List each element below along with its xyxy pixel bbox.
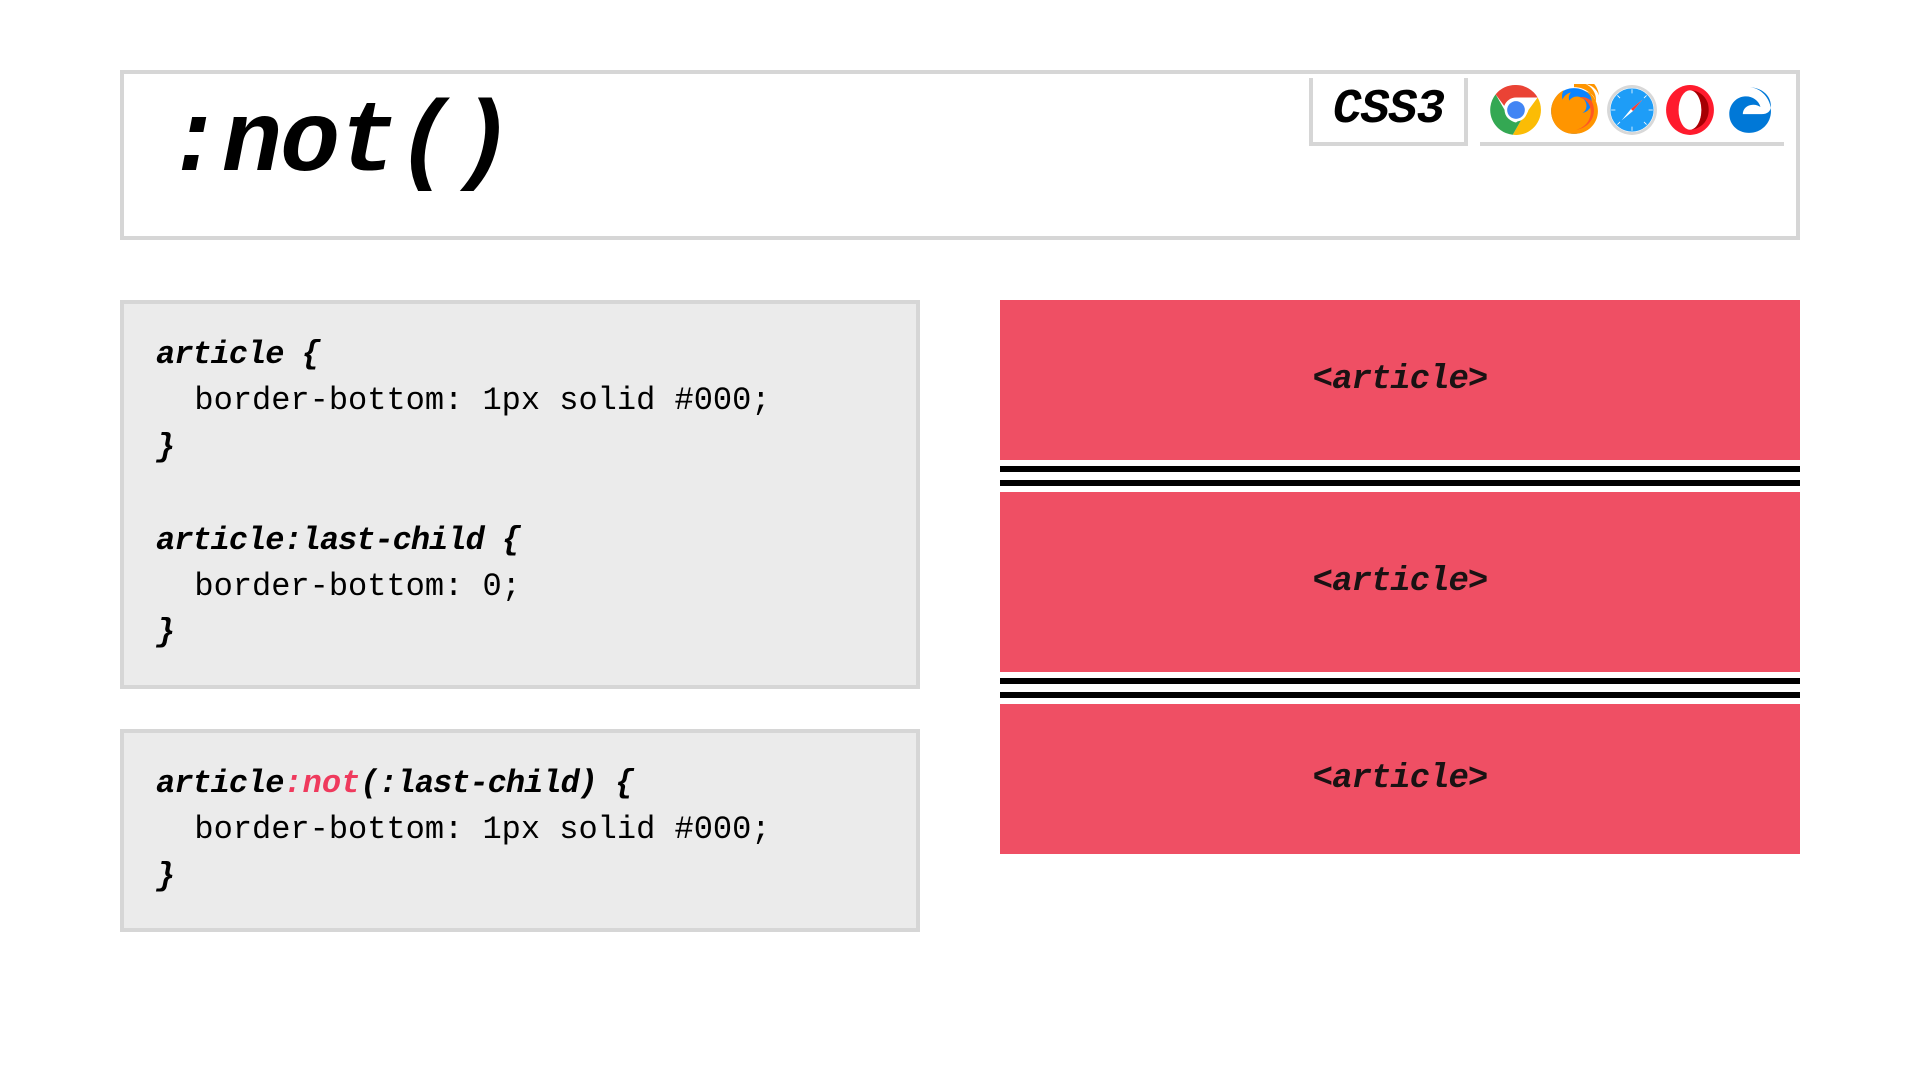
code-selector: article (156, 765, 283, 802)
divider-line (1000, 692, 1800, 698)
demo-article-label: <article> (1313, 760, 1488, 798)
code-selector: (:last-child) (360, 765, 597, 802)
code-brace: { (283, 336, 319, 373)
header: :not() CSS3 (120, 70, 1800, 240)
css-version-badge: CSS3 (1309, 78, 1468, 146)
chrome-icon (1490, 84, 1542, 136)
title-cell: :not() (124, 74, 1297, 211)
demo-article: <article> (1000, 492, 1800, 672)
demo-article: <article> (1000, 300, 1800, 460)
code-block-not: article:not(:last-child) { border-bottom… (120, 729, 920, 932)
code-brace: { (484, 522, 520, 559)
code-brace: } (156, 614, 174, 651)
slide-body: article { border-bottom: 1px solid #000;… (120, 300, 1800, 972)
divider-line (1000, 480, 1800, 486)
code-declaration: border-bottom: 1px solid #000; (156, 382, 771, 419)
demo-article-label: <article> (1313, 361, 1488, 399)
demo-article-label: <article> (1313, 563, 1488, 601)
opera-icon (1664, 84, 1716, 136)
code-block-traditional: article { border-bottom: 1px solid #000;… (120, 300, 920, 689)
demo-article: <article> (1000, 704, 1800, 854)
page-title: :not() (164, 88, 1257, 201)
code-brace: } (156, 429, 174, 466)
divider-line (1000, 678, 1800, 684)
code-declaration: border-bottom: 1px solid #000; (156, 811, 771, 848)
divider-line (1000, 466, 1800, 472)
code-brace: { (597, 765, 633, 802)
css-version-label: CSS3 (1333, 83, 1444, 137)
code-selector: article (156, 336, 283, 373)
code-selector: article:last-child (156, 522, 484, 559)
demo-divider (1000, 460, 1800, 492)
demo-divider (1000, 672, 1800, 704)
demo-column: <article> <article> <article> (1000, 300, 1800, 972)
code-brace: } (156, 858, 174, 895)
demo-stack: <article> <article> <article> (1000, 300, 1800, 854)
code-declaration: border-bottom: 0; (156, 568, 521, 605)
header-badges: CSS3 (1297, 74, 1796, 154)
code-not-pseudo: :not (283, 765, 360, 802)
browser-support-row (1480, 78, 1784, 146)
firefox-icon (1548, 84, 1600, 136)
safari-icon (1606, 84, 1658, 136)
slide: :not() CSS3 (0, 0, 1920, 1080)
edge-icon (1722, 84, 1774, 136)
code-column: article { border-bottom: 1px solid #000;… (120, 300, 920, 972)
